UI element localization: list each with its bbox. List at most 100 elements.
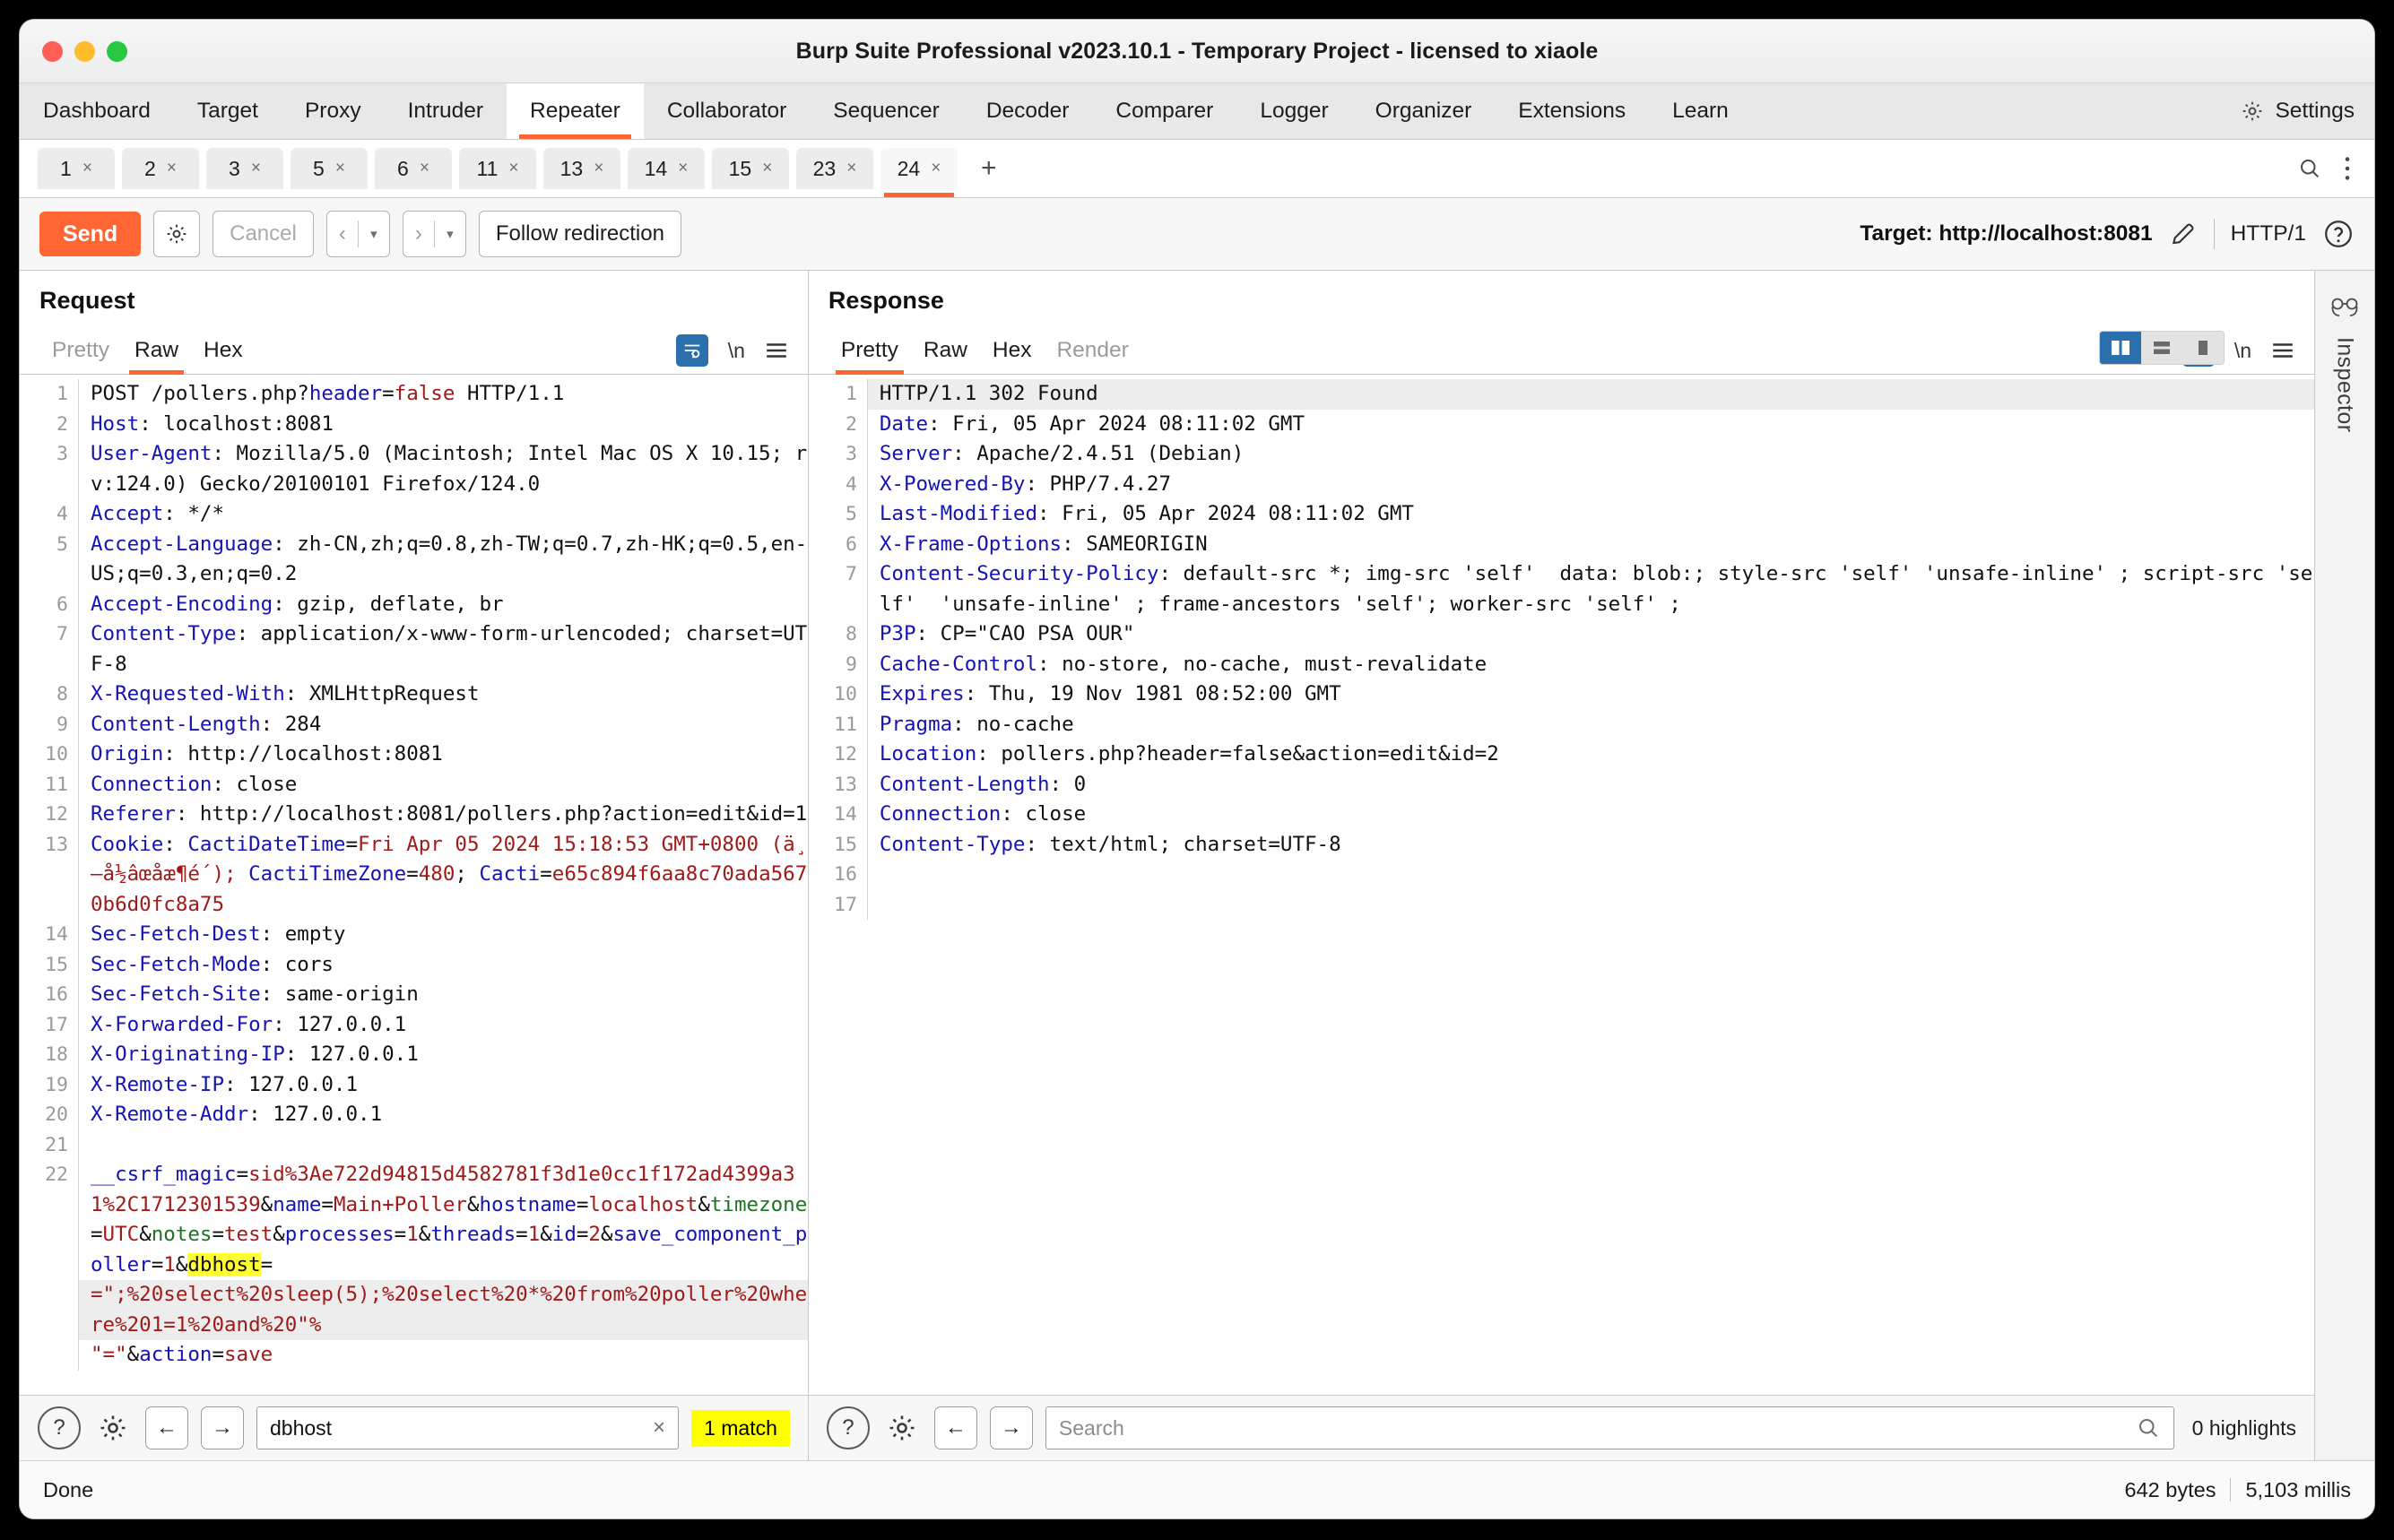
send-settings-button[interactable] xyxy=(153,211,201,257)
repeater-tab-23[interactable]: 23 × xyxy=(796,148,873,189)
send-button[interactable]: Send xyxy=(39,212,142,256)
code-line: 6 Accept-Encoding: gzip, deflate, br xyxy=(20,589,808,619)
chevron-down-icon[interactable]: ▾ xyxy=(435,212,465,256)
menu-tab-target[interactable]: Target xyxy=(174,83,282,139)
response-editor[interactable]: 1 HTTP/1.1 302 Found 2 Date: Fri, 05 Apr 20… xyxy=(808,375,2314,1395)
chevron-down-icon[interactable]: ▾ xyxy=(359,212,389,256)
history-forward-button[interactable]: › ▾ xyxy=(402,211,466,257)
search-icon[interactable] xyxy=(2297,156,2322,181)
repeater-tab-label: 2 xyxy=(144,156,156,180)
menu-tab-learn[interactable]: Learn xyxy=(1649,83,1752,139)
close-icon[interactable]: × xyxy=(82,159,92,178)
menu-tab-logger[interactable]: Logger xyxy=(1236,83,1351,139)
response-search-settings-button[interactable] xyxy=(882,1408,922,1448)
request-menu-icon[interactable] xyxy=(765,342,788,359)
menu-tab-proxy[interactable]: Proxy xyxy=(282,83,385,139)
repeater-tab-24[interactable]: 24 × xyxy=(880,148,958,197)
editor-panes: Request Pretty Raw Hex \n 1 POST /poller… xyxy=(20,271,2314,1460)
repeater-tab-13[interactable]: 13 × xyxy=(543,148,620,189)
repeater-tab-2[interactable]: 2 × xyxy=(122,148,199,189)
line-number: 22 xyxy=(20,1160,79,1280)
menu-tab-repeater[interactable]: Repeater xyxy=(507,83,644,139)
close-icon[interactable]: × xyxy=(678,159,688,178)
help-icon[interactable] xyxy=(2322,218,2355,250)
menu-tab-dashboard[interactable]: Dashboard xyxy=(20,83,174,139)
request-search-input[interactable]: dbhost × xyxy=(256,1406,680,1449)
repeater-tab-label: 15 xyxy=(728,156,752,180)
repeater-tab-11[interactable]: 11 × xyxy=(459,148,536,189)
response-search-input[interactable]: Search xyxy=(1045,1406,2174,1449)
menu-tab-collaborator[interactable]: Collaborator xyxy=(644,83,810,139)
menu-tab-decoder[interactable]: Decoder xyxy=(963,83,1093,139)
line-number: 11 xyxy=(20,769,79,800)
code-line: 2 Date: Fri, 05 Apr 2024 08:11:02 GMT xyxy=(809,409,2314,439)
response-tab-raw[interactable]: Raw xyxy=(911,338,980,374)
repeater-toolbar: Send Cancel ‹ ▾ › ▾ Follow redirection T… xyxy=(20,198,2374,271)
inspector-rail[interactable]: Inspector xyxy=(2314,271,2374,1460)
layout-single-button[interactable] xyxy=(2182,332,2224,364)
request-search-prev-button[interactable]: ← xyxy=(145,1406,188,1449)
response-menu-icon[interactable] xyxy=(2271,342,2294,359)
layout-side-by-side-button[interactable] xyxy=(2100,332,2141,364)
response-tab-render[interactable]: Render xyxy=(1044,338,1141,374)
word-wrap-icon[interactable] xyxy=(675,334,708,367)
response-search-bar: ? ← → Search 0 highlights xyxy=(808,1395,2314,1460)
cancel-button[interactable]: Cancel xyxy=(213,211,314,257)
repeater-tab-6[interactable]: 6 × xyxy=(375,148,452,189)
line-number: 19 xyxy=(20,1069,79,1100)
menu-tab-sequencer[interactable]: Sequencer xyxy=(810,83,963,139)
main-menu-items: Dashboard Target Proxy Intruder Repeater Coll… xyxy=(20,83,1752,139)
request-tab-raw[interactable]: Raw xyxy=(122,338,191,375)
close-icon[interactable]: × xyxy=(508,159,518,178)
response-search-prev-button[interactable]: ← xyxy=(933,1406,977,1449)
newline-toggle[interactable]: \n xyxy=(2234,339,2251,363)
line-number: 13 xyxy=(20,829,79,920)
more-options-icon[interactable] xyxy=(2344,155,2351,182)
repeater-tab-5[interactable]: 5 × xyxy=(291,148,368,189)
code-line: =";%20select%20sleep(5);%20select%20*%20… xyxy=(20,1280,808,1340)
line-number: 7 xyxy=(20,619,79,679)
newline-toggle[interactable]: \n xyxy=(728,339,745,363)
history-back-button[interactable]: ‹ ▾ xyxy=(325,211,390,257)
response-search-next-button[interactable]: → xyxy=(989,1406,1033,1449)
close-icon[interactable]: × xyxy=(167,159,177,178)
line-number: 1 xyxy=(20,379,79,410)
response-search-help-button[interactable]: ? xyxy=(826,1406,870,1449)
request-search-next-button[interactable]: → xyxy=(201,1406,244,1449)
line-number: 13 xyxy=(809,769,868,800)
request-tab-pretty[interactable]: Pretty xyxy=(39,338,122,374)
menu-tab-comparer[interactable]: Comparer xyxy=(1092,83,1236,139)
code-text: Content-Type: application/x-www-form-url… xyxy=(91,622,808,676)
close-icon[interactable]: × xyxy=(251,159,261,178)
request-search-settings-button[interactable] xyxy=(93,1408,133,1448)
close-icon[interactable]: × xyxy=(420,159,429,178)
repeater-tab-14[interactable]: 14 × xyxy=(628,148,705,189)
add-tab-button[interactable]: + xyxy=(972,153,1006,184)
response-tab-pretty[interactable]: Pretty xyxy=(828,338,911,375)
settings-button[interactable]: Settings xyxy=(2241,83,2355,139)
repeater-tab-15[interactable]: 15 × xyxy=(712,148,789,189)
layout-stacked-button[interactable] xyxy=(2141,332,2182,364)
repeater-tab-1[interactable]: 1 × xyxy=(38,148,115,189)
search-icon[interactable] xyxy=(2136,1415,2161,1441)
clear-search-icon[interactable]: × xyxy=(653,1415,665,1441)
request-tab-hex[interactable]: Hex xyxy=(191,338,256,374)
code-line: 1 POST /pollers.php?header=false HTTP/1.1 xyxy=(20,379,808,410)
menu-tab-organizer[interactable]: Organizer xyxy=(1352,83,1496,139)
menu-tab-intruder[interactable]: Intruder xyxy=(385,83,507,139)
close-icon[interactable]: × xyxy=(846,159,856,178)
close-icon[interactable]: × xyxy=(762,159,772,178)
close-icon[interactable]: × xyxy=(594,159,603,178)
request-editor[interactable]: 1 POST /pollers.php?header=false HTTP/1.1… xyxy=(20,375,808,1395)
response-tab-list: Pretty Raw Hex Render xyxy=(828,338,1141,375)
status-metrics: 642 bytes 5,103 millis xyxy=(2125,1478,2351,1502)
edit-target-icon[interactable] xyxy=(2169,220,2198,248)
close-icon[interactable]: × xyxy=(931,159,941,178)
response-tab-hex[interactable]: Hex xyxy=(980,338,1045,374)
repeater-tab-3[interactable]: 3 × xyxy=(206,148,283,189)
request-search-help-button[interactable]: ? xyxy=(38,1406,81,1449)
http-version-label[interactable]: HTTP/1 xyxy=(2231,221,2306,247)
menu-tab-extensions[interactable]: Extensions xyxy=(1495,83,1649,139)
follow-redirection-button[interactable]: Follow redirection xyxy=(478,211,681,257)
close-icon[interactable]: × xyxy=(335,159,345,178)
